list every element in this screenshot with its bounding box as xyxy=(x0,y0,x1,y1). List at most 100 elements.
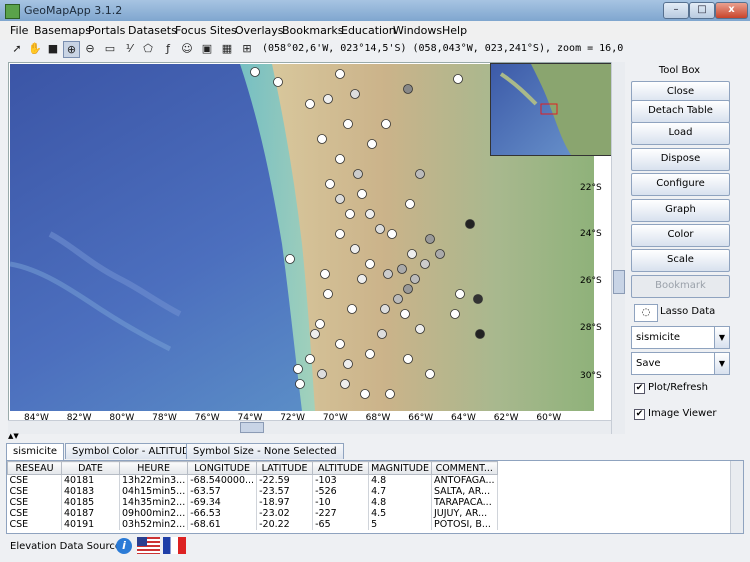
epicenter-marker[interactable] xyxy=(381,119,391,129)
epicenter-marker[interactable] xyxy=(343,119,353,129)
menu-datasets[interactable]: Datasets xyxy=(128,24,177,37)
epicenter-marker[interactable] xyxy=(285,254,295,264)
menu-windows[interactable]: Windows xyxy=(393,24,442,37)
epicenter-marker[interactable] xyxy=(335,194,345,204)
epicenter-marker[interactable] xyxy=(323,94,333,104)
collapse-up-icon[interactable]: ▲▼ xyxy=(8,432,19,440)
zoom-out-icon[interactable]: ⊖ xyxy=(82,41,98,57)
table-row[interactable]: CSE 40183 04h15min5... -63.57 -23.57 -526 4.7 S… xyxy=(7,486,498,497)
info-icon[interactable]: i xyxy=(116,538,132,554)
tab-symbol-color[interactable]: Symbol Color - ALTITUDE xyxy=(65,443,204,459)
pointer-icon[interactable]: ➚ xyxy=(9,41,25,57)
epicenter-marker[interactable] xyxy=(325,179,335,189)
detach-table-button[interactable]: Detach Table xyxy=(631,100,730,123)
distance-profile-icon[interactable]: ▭ xyxy=(102,41,118,57)
menu-help[interactable]: Help xyxy=(442,24,467,37)
map-vertical-scrollbar[interactable] xyxy=(611,62,625,434)
locator-inset-map[interactable] xyxy=(490,63,612,156)
epicenter-marker[interactable] xyxy=(415,324,425,334)
table-row[interactable]: CSE 40185 14h35min2... -69.34 -18.97 -10 4.8 TA… xyxy=(7,497,498,508)
configure-button[interactable]: Configure xyxy=(631,173,730,196)
epicenter-marker[interactable] xyxy=(250,67,260,77)
epicenter-marker[interactable] xyxy=(377,329,387,339)
image-viewer-checkbox[interactable]: ✔ xyxy=(634,409,645,420)
minimize-button[interactable]: – xyxy=(663,2,689,19)
epicenter-marker[interactable] xyxy=(473,294,483,304)
menu-file[interactable]: File xyxy=(10,24,28,37)
epicenter-marker[interactable] xyxy=(380,304,390,314)
epicenter-marker[interactable] xyxy=(335,154,345,164)
column-header[interactable]: COMMENT... xyxy=(430,461,498,475)
table-vertical-scrollbar[interactable] xyxy=(730,461,743,533)
save-icon[interactable]: ■ xyxy=(45,41,61,57)
epicenter-marker[interactable] xyxy=(385,389,395,399)
epicenter-marker[interactable] xyxy=(420,259,430,269)
epicenter-marker[interactable] xyxy=(360,389,370,399)
scroll-thumb[interactable] xyxy=(240,422,264,433)
epicenter-marker[interactable] xyxy=(450,309,460,319)
column-header[interactable]: HEURE xyxy=(118,461,189,475)
lasso-data-label[interactable]: Lasso Data xyxy=(660,306,715,317)
dispose-button[interactable]: Dispose xyxy=(631,148,730,171)
column-header[interactable]: LATITUDE xyxy=(256,461,314,475)
epicenter-marker[interactable] xyxy=(403,284,413,294)
epicenter-marker[interactable] xyxy=(405,199,415,209)
close-window-button[interactable]: x xyxy=(715,2,748,19)
epicenter-marker[interactable] xyxy=(400,309,410,319)
scale-button[interactable]: Scale xyxy=(631,249,730,272)
function-icon[interactable]: ƒ xyxy=(160,41,176,57)
epicenter-marker[interactable] xyxy=(365,349,375,359)
epicenter-marker[interactable] xyxy=(465,219,475,229)
pan-hand-icon[interactable]: ✋ xyxy=(27,41,43,57)
us-flag-icon[interactable] xyxy=(137,537,160,554)
epicenter-marker[interactable] xyxy=(403,354,413,364)
epicenter-marker[interactable] xyxy=(305,99,315,109)
table-row[interactable]: CSE 40191 03h52min2... -68.61 -20.22 -65 5 POTO… xyxy=(7,519,498,530)
save-select[interactable]: Save ▼ xyxy=(631,352,730,375)
frame-icon[interactable]: ▣ xyxy=(199,41,215,57)
column-header[interactable]: ALTITUDE xyxy=(312,461,370,475)
bookmark-button[interactable]: Bookmark xyxy=(631,275,730,298)
epicenter-marker[interactable] xyxy=(367,139,377,149)
menu-overlays[interactable]: Overlays xyxy=(235,24,284,37)
chevron-down-icon[interactable]: ▼ xyxy=(714,353,729,374)
column-header[interactable]: LONGITUDE xyxy=(187,461,258,475)
epicenter-marker[interactable] xyxy=(317,134,327,144)
epicenter-marker[interactable] xyxy=(453,74,463,84)
epicenter-marker[interactable] xyxy=(315,319,325,329)
epicenter-marker[interactable] xyxy=(335,69,345,79)
tab-symbol-size[interactable]: Symbol Size - None Selected xyxy=(186,443,344,459)
load-button[interactable]: Load xyxy=(631,122,730,145)
epicenter-marker[interactable] xyxy=(425,369,435,379)
epicenter-marker[interactable] xyxy=(273,77,283,87)
epicenter-marker[interactable] xyxy=(403,84,413,94)
epicenter-marker[interactable] xyxy=(375,224,385,234)
epicenter-marker[interactable] xyxy=(323,289,333,299)
epicenter-marker[interactable] xyxy=(387,229,397,239)
epicenter-marker[interactable] xyxy=(345,209,355,219)
epicenter-marker[interactable] xyxy=(435,249,445,259)
epicenter-marker[interactable] xyxy=(293,364,303,374)
menu-focus-sites[interactable]: Focus Sites xyxy=(175,24,237,37)
epicenter-marker[interactable] xyxy=(335,339,345,349)
epicenter-marker[interactable] xyxy=(310,329,320,339)
epicenter-marker[interactable] xyxy=(455,289,465,299)
split-divider[interactable]: ▲▼ xyxy=(0,432,750,442)
map-horizontal-scrollbar[interactable] xyxy=(8,420,611,434)
epicenter-marker[interactable] xyxy=(425,234,435,244)
graph-button[interactable]: Graph xyxy=(631,199,730,222)
menu-education[interactable]: Education xyxy=(341,24,396,37)
zoom-in-icon[interactable]: ⊕ xyxy=(63,41,80,58)
table-row[interactable]: CSE 40187 09h00min2... -66.53 -23.02 -227 4.5 J… xyxy=(7,508,498,519)
french-flag-icon[interactable] xyxy=(163,537,186,554)
maximize-button[interactable]: □ xyxy=(689,2,715,19)
epicenter-marker[interactable] xyxy=(365,209,375,219)
graticule-icon[interactable]: ⊞ xyxy=(239,41,255,57)
menu-bookmarks[interactable]: Bookmarks xyxy=(282,24,343,37)
epicenter-marker[interactable] xyxy=(357,189,367,199)
plot-refresh-checkbox[interactable]: ✔ xyxy=(634,383,645,394)
epicenter-marker[interactable] xyxy=(305,354,315,364)
menu-basemaps[interactable]: Basemaps xyxy=(34,24,91,37)
epicenter-marker[interactable] xyxy=(365,259,375,269)
face-icon[interactable]: ☺ xyxy=(179,41,195,57)
